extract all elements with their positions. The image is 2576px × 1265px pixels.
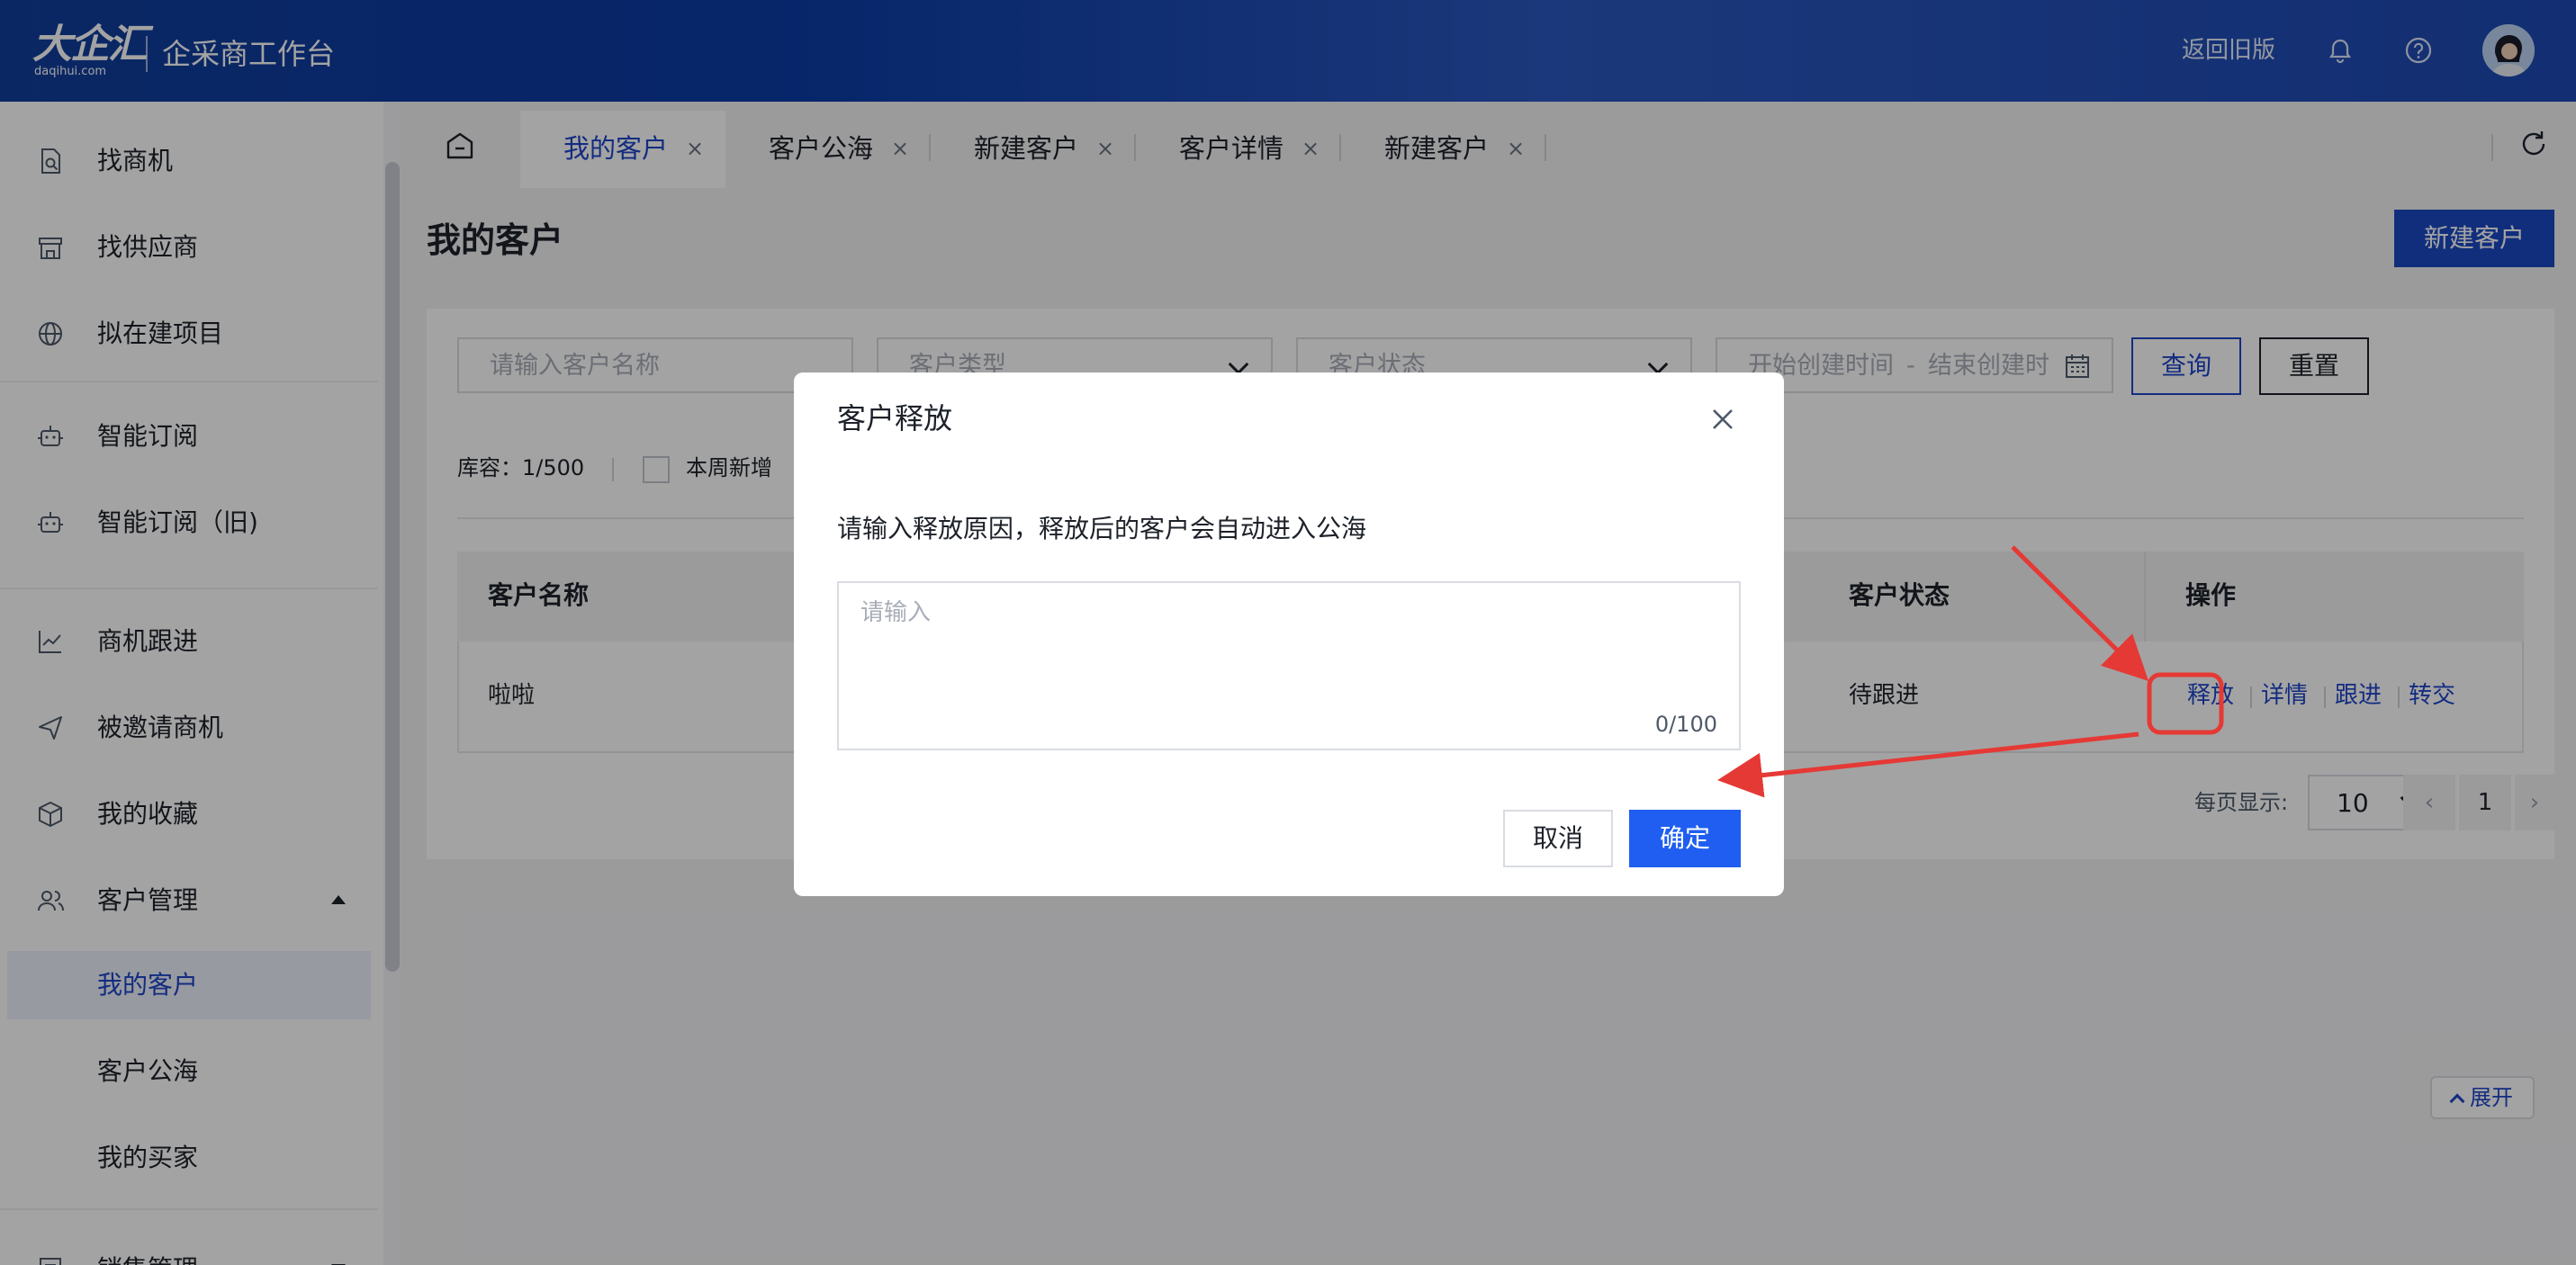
release-reason-textarea[interactable]: 请输入 0/100	[837, 581, 1741, 750]
dialog-title: 客户释放	[837, 401, 953, 435]
dialog-description: 请输入释放原因，释放后的客户会自动进入公海	[837, 514, 1367, 543]
cancel-button[interactable]: 取消	[1503, 810, 1613, 867]
release-customer-dialog: 客户释放 请输入释放原因，释放后的客户会自动进入公海 请输入 0/100 取消 …	[794, 372, 1784, 896]
character-counter: 0/100	[1654, 712, 1717, 737]
close-icon[interactable]	[1708, 405, 1737, 434]
confirm-button[interactable]: 确定	[1629, 810, 1741, 867]
placeholder: 请输入	[860, 599, 932, 626]
